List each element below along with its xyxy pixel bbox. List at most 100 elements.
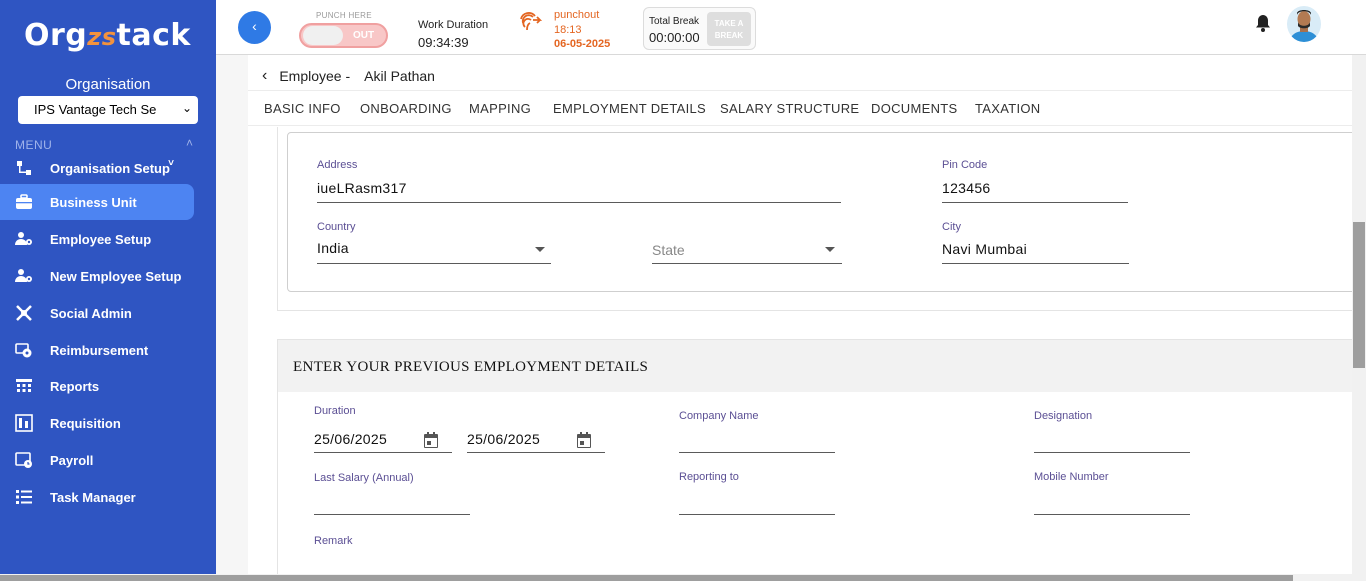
punch-toggle[interactable]: OUT [299, 23, 388, 48]
reporting-to-label: Reporting to [679, 471, 739, 483]
app-logo: Orgzstack [24, 18, 191, 53]
horizontal-scrollbar[interactable] [0, 574, 1366, 581]
organisation-label: Organisation [65, 76, 151, 93]
punch-toggle-knob [303, 26, 343, 45]
social-admin-icon [14, 304, 34, 322]
sidebar-item-label: Reimbursement [50, 342, 149, 358]
sidebar-item-label: Reports [50, 378, 100, 394]
pincode-input[interactable]: 123456 [942, 180, 991, 196]
address-input[interactable]: iueLRasm317 [317, 180, 407, 196]
country-underline [317, 263, 551, 264]
sidebar-item-organisation-setup[interactable]: Organisation Setup ˅ [0, 152, 194, 186]
horizontal-scrollbar-thumb[interactable] [0, 575, 1293, 581]
vertical-scrollbar-thumb[interactable] [1353, 222, 1365, 368]
sidebar: Orgzstack Organisation IPS Vantage Tech … [0, 0, 216, 581]
address-label: Address [317, 159, 358, 171]
sidebar-item-label: Task Manager [50, 489, 136, 505]
section-title: ENTER YOUR PREVIOUS EMPLOYMENT DETAILS [293, 359, 649, 375]
tab-mapping[interactable]: MAPPING [469, 101, 531, 116]
last-salary-input[interactable] [314, 514, 470, 515]
mobile-number-input[interactable] [1034, 514, 1190, 515]
reimbursement-icon [14, 341, 34, 359]
chevron-left-icon[interactable]: ‹ [262, 67, 267, 85]
city-underline [942, 263, 1129, 264]
employee-gear-icon [14, 267, 34, 285]
work-duration-label: Work Duration [418, 19, 489, 31]
breadcrumb-section: Employee - [279, 68, 351, 84]
organisation-select[interactable]: IPS Vantage Tech Se ⌄ [18, 96, 198, 124]
sidebar-item-label: New Employee Setup [50, 268, 182, 284]
country-label: Country [317, 221, 356, 233]
tabs-bar: BASIC INFO ONBOARDING MAPPING EMPLOYMENT… [248, 90, 1352, 126]
organisation-select-value: IPS Vantage Tech Se [34, 102, 157, 117]
section-header: ENTER YOUR PREVIOUS EMPLOYMENT DETAILS [278, 340, 1358, 392]
bell-icon[interactable] [1253, 13, 1275, 35]
tab-onboarding[interactable]: ONBOARDING [360, 101, 452, 116]
calendar-icon[interactable] [575, 431, 593, 449]
tab-salary-structure[interactable]: SALARY STRUCTURE [720, 101, 859, 116]
menu-label: MENU [15, 138, 53, 152]
reports-icon [14, 377, 34, 395]
city-label: City [942, 221, 961, 233]
from-date-underline [314, 452, 452, 453]
chevron-down-icon: ⌄ [181, 101, 192, 115]
to-date-input[interactable]: 25/06/2025 [467, 431, 540, 447]
vertical-scrollbar[interactable] [1352, 55, 1366, 575]
sidebar-item-reports[interactable]: Reports [0, 368, 194, 404]
calendar-icon[interactable] [422, 431, 440, 449]
country-select[interactable]: India [317, 240, 349, 256]
briefcase-icon [14, 193, 34, 211]
payroll-icon [14, 451, 34, 469]
duration-label: Duration [314, 405, 356, 417]
previous-employment-section: ENTER YOUR PREVIOUS EMPLOYMENT DETAILS [277, 339, 1358, 579]
from-date-input[interactable]: 25/06/2025 [314, 431, 387, 447]
chevron-up-icon[interactable]: ˄ [186, 136, 193, 150]
breadcrumb-employee-name: Akil Pathan [364, 68, 435, 84]
sidebar-item-label: Employee Setup [50, 231, 152, 247]
sidebar-item-label: Social Admin [50, 305, 132, 321]
pincode-label: Pin Code [942, 159, 988, 171]
sidebar-toggle-button[interactable]: ‹ [238, 11, 271, 44]
top-header: ‹ PUNCH HERE OUT Work Duration 09:34:39 … [216, 0, 1366, 55]
sidebar-item-task-manager[interactable]: Task Manager [0, 479, 194, 515]
city-input[interactable]: Navi Mumbai [942, 241, 1027, 257]
sidebar-item-requisition[interactable]: Requisition [0, 405, 194, 441]
employee-gear-icon [14, 230, 34, 248]
tab-documents[interactable]: DOCUMENTS [871, 101, 957, 116]
punch-state-label: OUT [353, 30, 375, 41]
remark-label: Remark [314, 535, 353, 547]
address-underline [317, 202, 841, 203]
tab-taxation[interactable]: TAXATION [975, 101, 1040, 116]
take-break-button[interactable]: TAKE A BREAK [707, 12, 751, 46]
tab-employment-details[interactable]: EMPLOYMENT DETAILS [553, 101, 706, 116]
org-setup-icon [14, 159, 34, 177]
punchout-label: punchout [554, 9, 600, 21]
requisition-icon [14, 414, 34, 432]
sidebar-item-reimbursement[interactable]: Reimbursement [0, 332, 194, 368]
sidebar-item-employee-setup[interactable]: Employee Setup [0, 221, 194, 257]
punch-here-label: PUNCH HERE [316, 11, 372, 20]
content-gutter [216, 55, 248, 575]
tab-basic-info[interactable]: BASIC INFO [264, 101, 341, 116]
sidebar-item-payroll[interactable]: Payroll [0, 442, 194, 478]
address-card [287, 132, 1357, 292]
sidebar-item-business-unit[interactable]: Business Unit [0, 184, 194, 220]
sidebar-item-label: Organisation Setup [50, 160, 170, 176]
state-underline [652, 263, 842, 264]
mobile-number-label: Mobile Number [1034, 471, 1109, 483]
avatar[interactable] [1287, 6, 1321, 42]
state-select[interactable]: State [652, 242, 685, 258]
chevron-down-icon: ˅ [168, 158, 174, 169]
designation-input[interactable] [1034, 452, 1190, 453]
breadcrumb: ‹ Employee - Akil Pathan [262, 66, 435, 86]
company-name-input[interactable] [679, 452, 835, 453]
reporting-to-input[interactable] [679, 514, 835, 515]
fingerprint-icon [518, 10, 543, 32]
designation-label: Designation [1034, 410, 1093, 422]
sidebar-item-new-employee-setup[interactable]: New Employee Setup [0, 258, 194, 294]
to-date-underline [467, 452, 605, 453]
work-duration-value: 09:34:39 [418, 35, 469, 50]
company-name-label: Company Name [679, 410, 759, 422]
sidebar-item-label: Requisition [50, 415, 121, 431]
sidebar-item-social-admin[interactable]: Social Admin [0, 295, 194, 331]
